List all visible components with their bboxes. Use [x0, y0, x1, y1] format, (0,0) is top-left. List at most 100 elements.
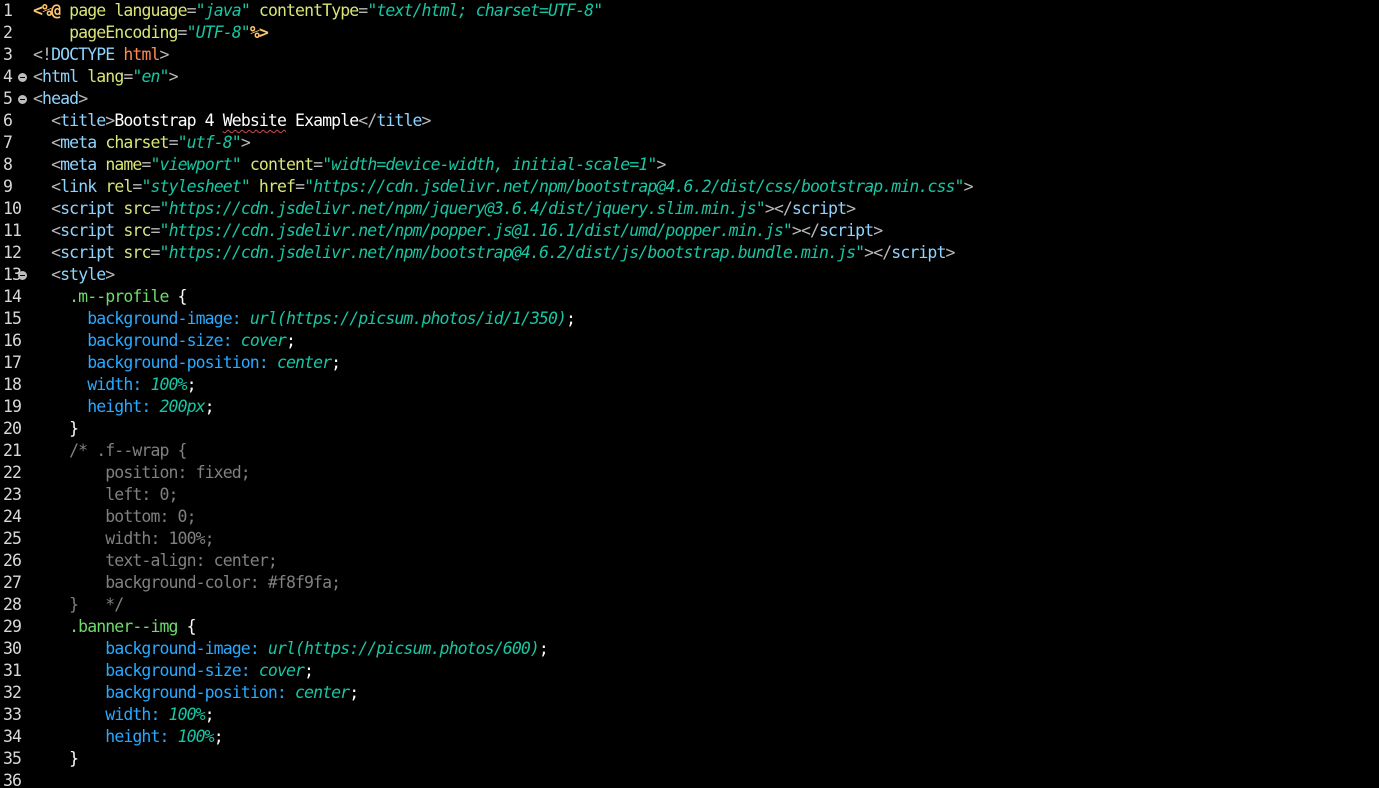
code-line[interactable]: 10 <script src="https://cdn.jsdelivr.net… — [0, 198, 1379, 220]
code-text: <html lang="en"> — [33, 66, 179, 88]
punctuation: > — [105, 111, 115, 130]
code-line[interactable]: 27 background-color: #f8f9fa; — [0, 572, 1379, 594]
code-line[interactable]: 2 pageEncoding="UTF-8"%> — [0, 22, 1379, 44]
css-property: background-image: — [105, 639, 259, 658]
code-editor[interactable]: 1 <%@ page language="java" contentType="t… — [0, 0, 1379, 788]
code-text: background-position: center; — [33, 682, 359, 704]
punctuation: } — [69, 419, 79, 438]
code-line[interactable]: 34 height: 100%; — [0, 726, 1379, 748]
code-line[interactable]: 20 } — [0, 418, 1379, 440]
code-line[interactable]: 19 height: 200px; — [0, 396, 1379, 418]
code-text: <style> — [33, 264, 115, 286]
code-text: background-image: url(https://picsum.pho… — [33, 638, 549, 660]
line-number: 21 — [3, 441, 22, 460]
code-line[interactable]: 22 position: fixed; — [0, 462, 1379, 484]
comment: } */ — [33, 595, 124, 614]
punctuation: = — [141, 155, 151, 174]
punctuation: > — [78, 89, 88, 108]
code-text: left: 0; — [33, 484, 178, 506]
punctuation: ></ — [791, 221, 820, 240]
code-text: <!DOCTYPE html> — [33, 44, 169, 66]
string-literal: "text/html; charset=UTF-8" — [367, 1, 603, 20]
code-line[interactable]: 35 } — [0, 748, 1379, 770]
spelling-error-word: Website — [222, 111, 287, 130]
punctuation: < — [51, 199, 61, 218]
code-line[interactable]: 12 <script src="https://cdn.jsdelivr.net… — [0, 242, 1379, 264]
code-text: bottom: 0; — [33, 506, 196, 528]
fold-collapse-icon[interactable] — [18, 73, 27, 82]
punctuation: { — [177, 617, 197, 636]
code-line[interactable]: 4 <html lang="en"> — [0, 66, 1379, 88]
code-text: height: 100%; — [33, 726, 223, 748]
punctuation: < — [33, 67, 43, 86]
line-number: 17 — [3, 353, 22, 372]
css-value: cover — [240, 331, 287, 350]
code-line[interactable]: 5 <head> — [0, 88, 1379, 110]
code-line[interactable]: 13 <style> — [0, 264, 1379, 286]
code-line[interactable]: 26 text-align: center; — [0, 550, 1379, 572]
code-line[interactable]: 14 .m--profile { — [0, 286, 1379, 308]
code-line[interactable]: 28 } */ — [0, 594, 1379, 616]
code-line[interactable]: 17 background-position: center; — [0, 352, 1379, 374]
code-line[interactable]: 31 background-size: cover; — [0, 660, 1379, 682]
code-line[interactable]: 7 <meta charset="utf-8"> — [0, 132, 1379, 154]
string-literal: "stylesheet" — [141, 177, 250, 196]
code-line[interactable]: 16 background-size: cover; — [0, 330, 1379, 352]
tag-name: script — [60, 221, 115, 240]
line-number: 18 — [3, 375, 22, 394]
code-line[interactable]: 1 <%@ page language="java" contentType="t… — [0, 0, 1379, 22]
code-line[interactable]: 3 <!DOCTYPE html> — [0, 44, 1379, 66]
punctuation: > — [656, 155, 666, 174]
css-property: background-image: — [87, 309, 241, 328]
css-property: width: — [87, 375, 142, 394]
tag-name: script — [60, 243, 115, 262]
code-line[interactable]: 36 — [0, 770, 1379, 788]
code-text: } — [33, 748, 79, 770]
code-line[interactable]: 6 <title>Bootstrap 4 Website Example</ti… — [0, 110, 1379, 132]
code-line[interactable]: 18 width: 100%; — [0, 374, 1379, 396]
fold-collapse-icon[interactable] — [18, 95, 27, 104]
code-line[interactable]: 23 left: 0; — [0, 484, 1379, 506]
punctuation: < — [51, 221, 61, 240]
code-text: background-size: cover; — [33, 660, 314, 682]
punctuation: > — [168, 67, 179, 86]
attribute-name: src — [123, 243, 151, 262]
code-line[interactable]: 33 width: 100%; — [0, 704, 1379, 726]
punctuation: = — [186, 1, 197, 20]
tag-name: script — [819, 221, 874, 240]
code-line[interactable]: 11 <script src="https://cdn.jsdelivr.net… — [0, 220, 1379, 242]
code-line[interactable]: 30 background-image: url(https://picsum.… — [0, 638, 1379, 660]
line-number: 7 — [3, 133, 13, 152]
code-line[interactable]: 25 width: 100%; — [0, 528, 1379, 550]
code-line[interactable]: 24 bottom: 0; — [0, 506, 1379, 528]
fold-collapse-icon[interactable] — [18, 271, 27, 280]
punctuation: ; — [331, 353, 341, 372]
code-line[interactable]: 32 background-position: center; — [0, 682, 1379, 704]
comment: position: fixed; — [33, 463, 250, 482]
code-line[interactable]: 29 .banner--img { — [0, 616, 1379, 638]
code-text: .banner--img { — [33, 616, 196, 638]
string-literal: "width=device-width, initial-scale=1" — [322, 155, 657, 174]
code-line[interactable]: 21 /* .f--wrap { — [0, 440, 1379, 462]
line-number: 23 — [3, 485, 22, 504]
code-line[interactable]: 15 background-image: url(https://picsum.… — [0, 308, 1379, 330]
punctuation: > — [963, 177, 974, 196]
code-line[interactable]: 8 <meta name="viewport" content="width=d… — [0, 154, 1379, 176]
punctuation: = — [295, 177, 305, 196]
code-line[interactable]: 9 <link rel="stylesheet" href="https://c… — [0, 176, 1379, 198]
